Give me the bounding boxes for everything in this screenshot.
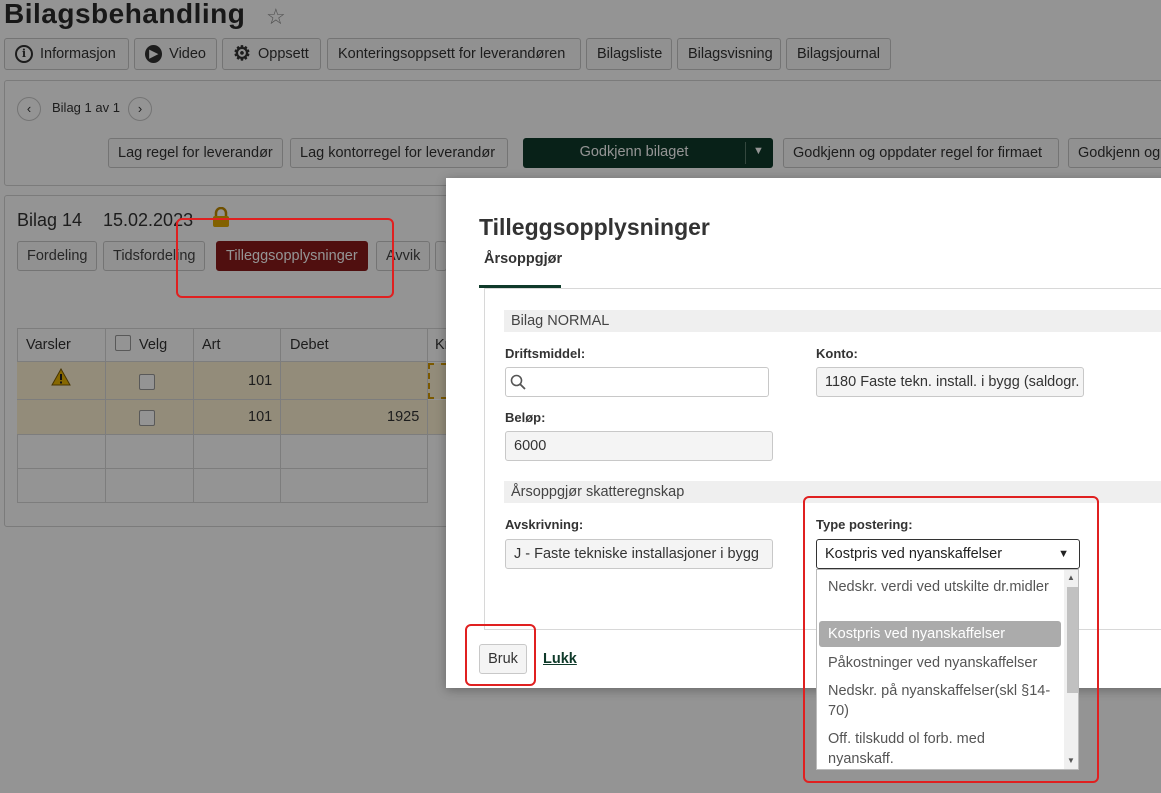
lukk-link[interactable]: Lukk: [543, 651, 577, 667]
section-bilag-normal: Bilag NORMAL: [504, 310, 1161, 332]
search-icon: [510, 374, 526, 390]
belop-label: Beløp:: [505, 410, 546, 425]
highlight-type-postering: [803, 496, 1099, 783]
avskrivning-field: J - Faste tekniske installasjoner i bygg: [505, 539, 773, 569]
belop-field: 6000: [505, 431, 773, 461]
driftsmiddel-search-input[interactable]: [505, 367, 769, 397]
driftsmiddel-label: Driftsmiddel:: [505, 346, 586, 361]
highlight-bruk: [465, 624, 536, 686]
avskrivning-label: Avskrivning:: [505, 517, 584, 532]
highlight-tilleggsopplysninger: [176, 218, 394, 298]
konto-field: 1180 Faste tekn. install. i bygg (saldog…: [816, 367, 1084, 397]
dialog-title: Tilleggsopplysninger: [479, 214, 710, 240]
tab-arsoppgjor[interactable]: Årsoppgjør: [484, 251, 562, 267]
konto-label: Konto:: [816, 346, 858, 361]
